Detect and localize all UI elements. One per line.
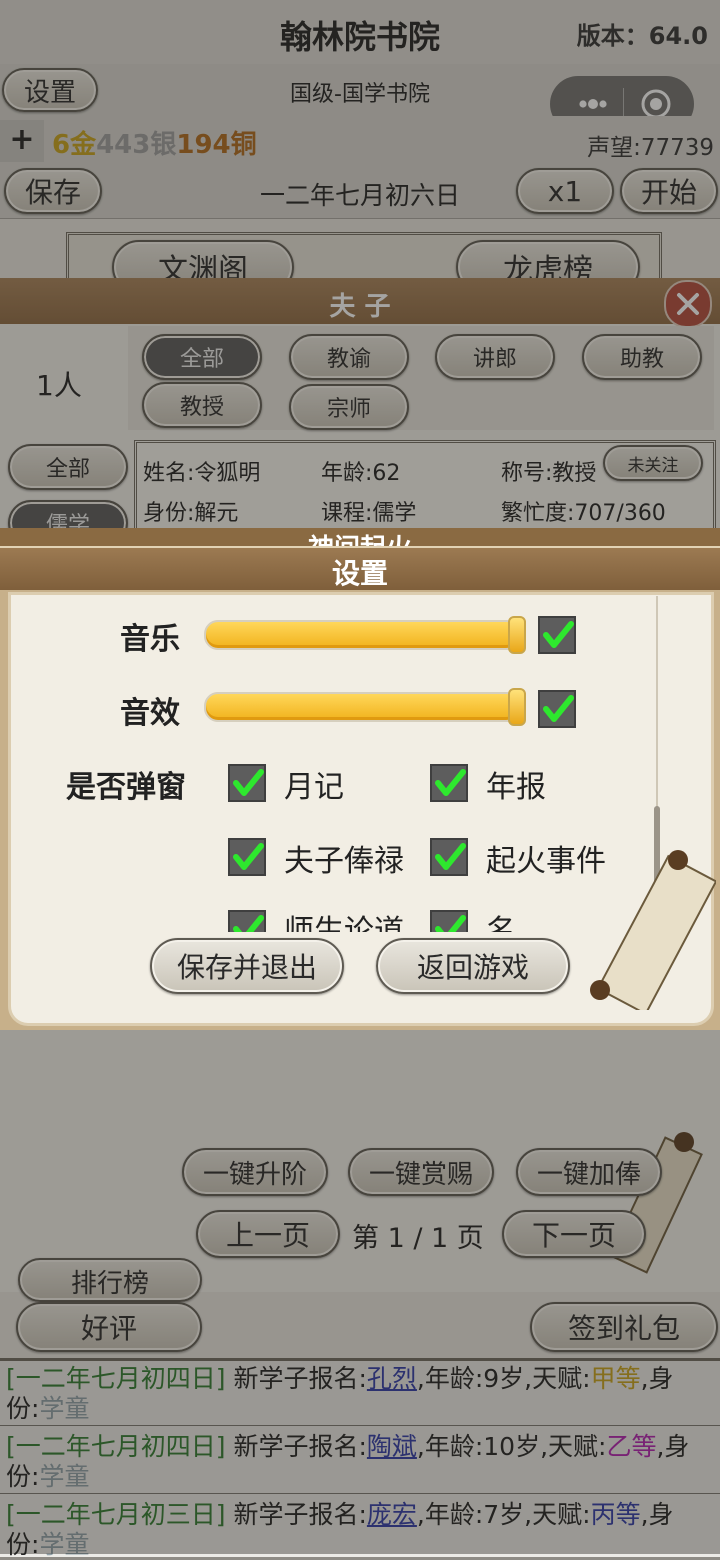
music-slider-track[interactable]	[204, 616, 526, 654]
popup-debate-checkbox[interactable]	[228, 910, 266, 932]
sfx-slider-fill	[204, 692, 520, 722]
settings-dialog-title: 设置	[331, 557, 388, 590]
return-to-game-button[interactable]: 返回游戏	[376, 938, 570, 994]
popup-debate-label: 师生论道	[284, 914, 404, 932]
music-checkbox[interactable]	[538, 616, 576, 654]
popup-options-clip: 师生论道 名institution资助	[220, 906, 650, 932]
popup-yearly-checkbox[interactable]	[430, 764, 468, 802]
popup-monthly-label: 月记	[284, 770, 344, 805]
popup-sponsor-label: 名institution资助	[486, 914, 516, 932]
music-label: 音乐	[120, 622, 180, 657]
settings-dialog-header: 设置	[0, 548, 720, 590]
sfx-checkbox[interactable]	[538, 690, 576, 728]
music-slider-thumb[interactable]	[508, 616, 526, 654]
sfx-slider-track[interactable]	[204, 688, 526, 726]
save-and-exit-button[interactable]: 保存并退出	[150, 938, 344, 994]
popup-label: 是否弹窗	[66, 770, 186, 805]
popup-fire-label: 起火事件	[486, 844, 606, 879]
popup-monthly-checkbox[interactable]	[228, 764, 266, 802]
popup-salary-label: 夫子俸禄	[284, 844, 404, 879]
popup-fire-checkbox[interactable]	[430, 838, 468, 876]
sfx-slider-thumb[interactable]	[508, 688, 526, 726]
music-slider-fill	[204, 620, 520, 650]
sfx-label: 音效	[120, 696, 180, 731]
popup-salary-checkbox[interactable]	[228, 838, 266, 876]
popup-sponsor-checkbox[interactable]	[430, 910, 468, 932]
popup-yearly-label: 年报	[486, 770, 546, 805]
